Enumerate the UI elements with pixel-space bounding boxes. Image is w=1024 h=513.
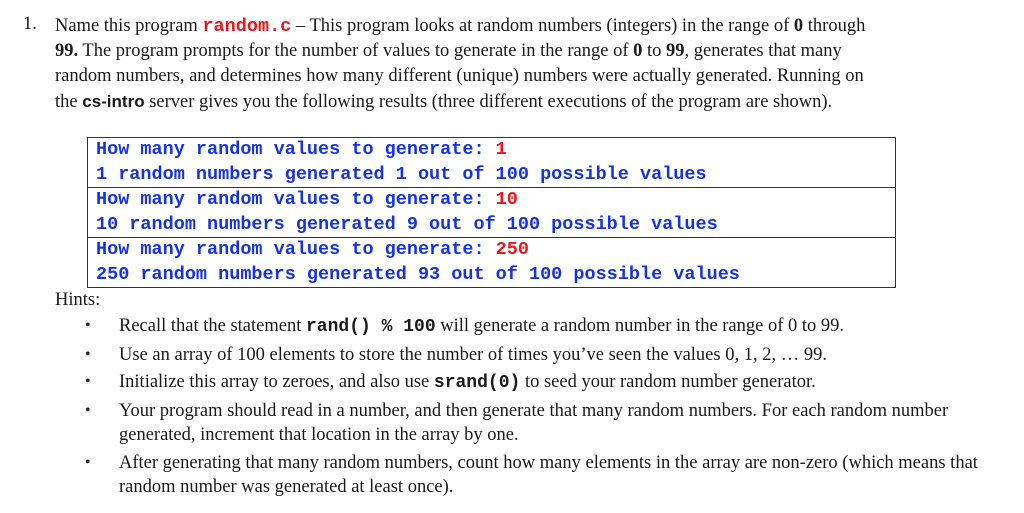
text-run: – This program looks at random numbers (… [291,16,794,36]
text-run: Your program should read in a number, an… [119,400,949,446]
text-run: Initialize this array to zeroes, and als… [119,372,434,392]
mono-bold-text: srand(0) [433,373,521,393]
text-run: to [642,41,667,61]
question-line: the cs-intro server gives you the follow… [55,89,995,115]
hint-item: • Recall that the statement rand() % 100 … [85,314,985,340]
bold-text: 99. [55,41,79,61]
sans-bold-text: cs-intro [82,92,145,111]
bold-text: 0 [793,16,804,36]
hint-item: • Your program should read in a number, a… [85,399,985,448]
terminal-user-input: 250 [495,239,529,260]
text-run: random numbers, and determines how many … [55,66,864,86]
terminal-run: How many random values to generate: 11 r… [88,138,895,187]
terminal-result-line: 1 random numbers generated 1 out of 100 … [96,163,707,185]
hint-item: • Use an array of 100 elements to store t… [85,343,985,368]
text-run: to seed your random number generator. [520,372,816,392]
bullet-icon: • [85,401,91,419]
bold-text: 99 [666,41,685,61]
question-line: Name this program random.c – This progra… [55,14,995,39]
text-run: through [803,16,866,36]
question-text: Name this program random.c – This progra… [55,14,995,115]
terminal-result-line: 250 random numbers generated 93 out of 1… [96,263,740,285]
bullet-icon: • [85,317,91,334]
hints-label: Hints: [55,290,101,310]
hints-list: • Recall that the statement rand() % 100 … [85,314,985,503]
question-number: 1. [23,14,37,34]
terminal-run: How many random values to generate: 10 10… [88,187,895,237]
text-run: The program prompts for the number of va… [78,41,634,61]
terminal-prompt-line: How many random values to generate: 250 [96,238,895,263]
hint-item: • Initialize this array to zeroes, and al… [85,370,985,396]
terminal-user-input: 10 [495,189,518,210]
bold-text: 0 [633,41,643,61]
text-run: the [55,92,83,112]
bullet-icon: • [85,345,91,363]
terminal-run: How many random values to generate: 250 2… [88,237,895,287]
text-run: Use an array of 100 elements to store th… [119,344,827,365]
terminal-prompt-line: How many random values to generate: 1 [96,138,895,163]
text-run: After generating that many random number… [119,452,978,498]
terminal-user-input: 1 [495,139,507,160]
text-run: , generates that many [684,41,842,61]
bullet-icon: • [85,373,91,390]
hint-item: • After generating that many random numbe… [85,451,985,500]
code-red-text: random.c [202,16,292,37]
terminal-prompt: How many random values to generate: [96,139,496,160]
text-run: will generate a random number in the ran… [435,316,845,336]
mono-bold-text: rand() % 100 [306,317,436,337]
text-run: Recall that the statement [119,316,306,336]
terminal-prompt: How many random values to generate: [96,239,496,260]
terminal-prompt-line: How many random values to generate: 10 [96,188,895,213]
terminal-prompt: How many random values to generate: [96,189,496,210]
text-run: Name this program [55,16,203,36]
question-line: random numbers, and determines how many … [55,64,995,89]
bullet-icon: • [85,453,91,471]
terminal-output-box: How many random values to generate: 11 r… [87,137,896,288]
question-line: 99. The program prompts for the number o… [55,39,995,64]
terminal-result-line: 10 random numbers generated 9 out of 100… [96,213,718,235]
text-run: server gives you the following results (… [144,92,833,112]
